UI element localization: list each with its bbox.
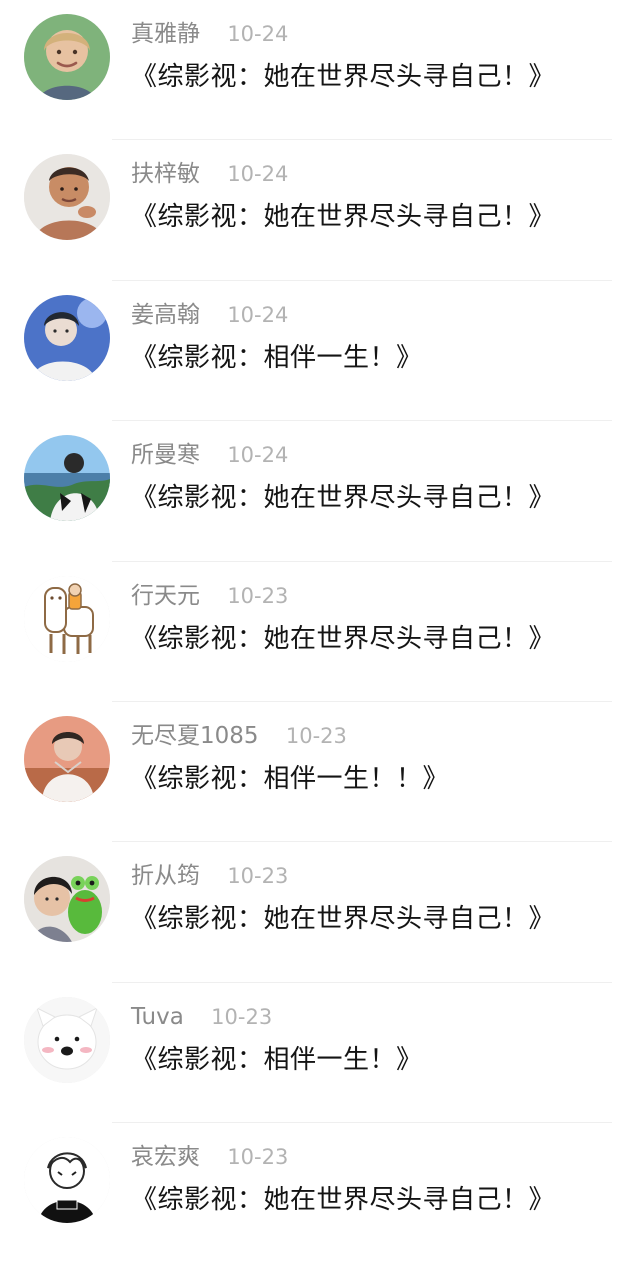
comment-date: 10-23: [227, 583, 289, 608]
comment-item[interactable]: 行天元 10-23 《综影视：她在世界尽头寻自己！》: [0, 562, 640, 702]
comment-text: 《综影视：相伴一生！》: [131, 342, 423, 373]
comment-item[interactable]: Tuva 10-23 《综影视：相伴一生！》: [0, 983, 640, 1124]
comment-text: 《综影视：她在世界尽头寻自己！》: [131, 1185, 556, 1216]
comment-text: 《综影视：她在世界尽头寻自己！》: [131, 623, 556, 654]
avatar-blue-portrait-icon[interactable]: [24, 294, 110, 381]
avatar-person-frog-icon[interactable]: [24, 856, 110, 943]
comment-date: 10-24: [227, 443, 289, 468]
comment-item[interactable]: 扶梓敏 10-24 《综影视：她在世界尽头寻自己！》: [0, 140, 640, 281]
comment-item[interactable]: 无尽夏1085 10-23 《综影视：相伴一生！！》: [0, 702, 640, 843]
comment-meta: 行天元 10-23: [131, 581, 288, 611]
comment-date: 10-24: [227, 22, 289, 46]
avatar-white-dog-icon[interactable]: [24, 996, 110, 1083]
comment-item[interactable]: 折从筠 10-23 《综影视：她在世界尽头寻自己！》: [0, 842, 640, 983]
comment-meta: 姜高翰 10-24: [131, 300, 288, 330]
comment-text: 《综影视：相伴一生！》: [131, 1044, 423, 1075]
comment-username[interactable]: 所曼寒: [131, 442, 200, 468]
comment-meta: Tuva 10-23: [131, 1002, 272, 1032]
comment-username[interactable]: 无尽夏1085: [131, 723, 259, 749]
comment-date: 10-23: [211, 1004, 273, 1029]
comment-item[interactable]: 姜高翰 10-24 《综影视：相伴一生！》: [0, 281, 640, 422]
avatar-alpaca-icon[interactable]: [24, 575, 110, 662]
comment-text: 《综影视：她在世界尽头寻自己！》: [131, 62, 556, 92]
comment-username[interactable]: 扶梓敏: [131, 161, 200, 187]
comment-meta: 所曼寒 10-24: [131, 440, 288, 470]
comment-date: 10-23: [285, 723, 347, 748]
avatar-man-icon[interactable]: [24, 154, 110, 241]
comment-date: 10-23: [227, 1145, 289, 1170]
comment-item[interactable]: 所曼寒 10-24 《综影视：她在世界尽头寻自己！》: [0, 421, 640, 562]
comment-username[interactable]: Tuva: [131, 1004, 184, 1030]
comment-date: 10-24: [227, 302, 289, 327]
comment-item[interactable]: 真雅静 10-24 《综影视：她在世界尽头寻自己！》: [0, 0, 640, 141]
comment-meta: 哀宏爽 10-23: [131, 1142, 288, 1172]
comment-text: 《综影视：她在世界尽头寻自己！》: [131, 483, 556, 514]
avatar-desert-person-icon[interactable]: [24, 715, 110, 802]
comment-username[interactable]: 真雅静: [131, 21, 200, 47]
comment-text: 《综影视：她在世界尽头寻自己！》: [131, 202, 556, 233]
comment-username[interactable]: 行天元: [131, 583, 200, 609]
comment-item[interactable]: 哀宏爽 10-23 《综影视：她在世界尽头寻自己！》: [0, 1123, 640, 1263]
comment-username[interactable]: 哀宏爽: [131, 1144, 200, 1170]
comment-date: 10-23: [227, 864, 289, 889]
avatar-anime-girl-icon[interactable]: [24, 1137, 110, 1224]
comment-username[interactable]: 折从筠: [131, 863, 200, 889]
comment-text: 《综影视：她在世界尽头寻自己！》: [131, 904, 556, 935]
comment-meta: 真雅静 10-24: [131, 19, 288, 49]
comment-meta: 折从筠 10-23: [131, 861, 288, 891]
comment-meta: 无尽夏1085 10-23: [131, 721, 347, 751]
avatar-child-icon[interactable]: [24, 14, 110, 100]
comment-meta: 扶梓敏 10-24: [131, 159, 288, 189]
comment-date: 10-24: [227, 162, 289, 187]
comment-list: 真雅静 10-24 《综影视：她在世界尽头寻自己！》 扶梓敏 10-24 《综影…: [0, 0, 640, 1251]
comment-text: 《综影视：相伴一生！！》: [131, 763, 450, 794]
comment-username[interactable]: 姜高翰: [131, 302, 200, 328]
avatar-landscape-person-icon[interactable]: [24, 435, 110, 522]
